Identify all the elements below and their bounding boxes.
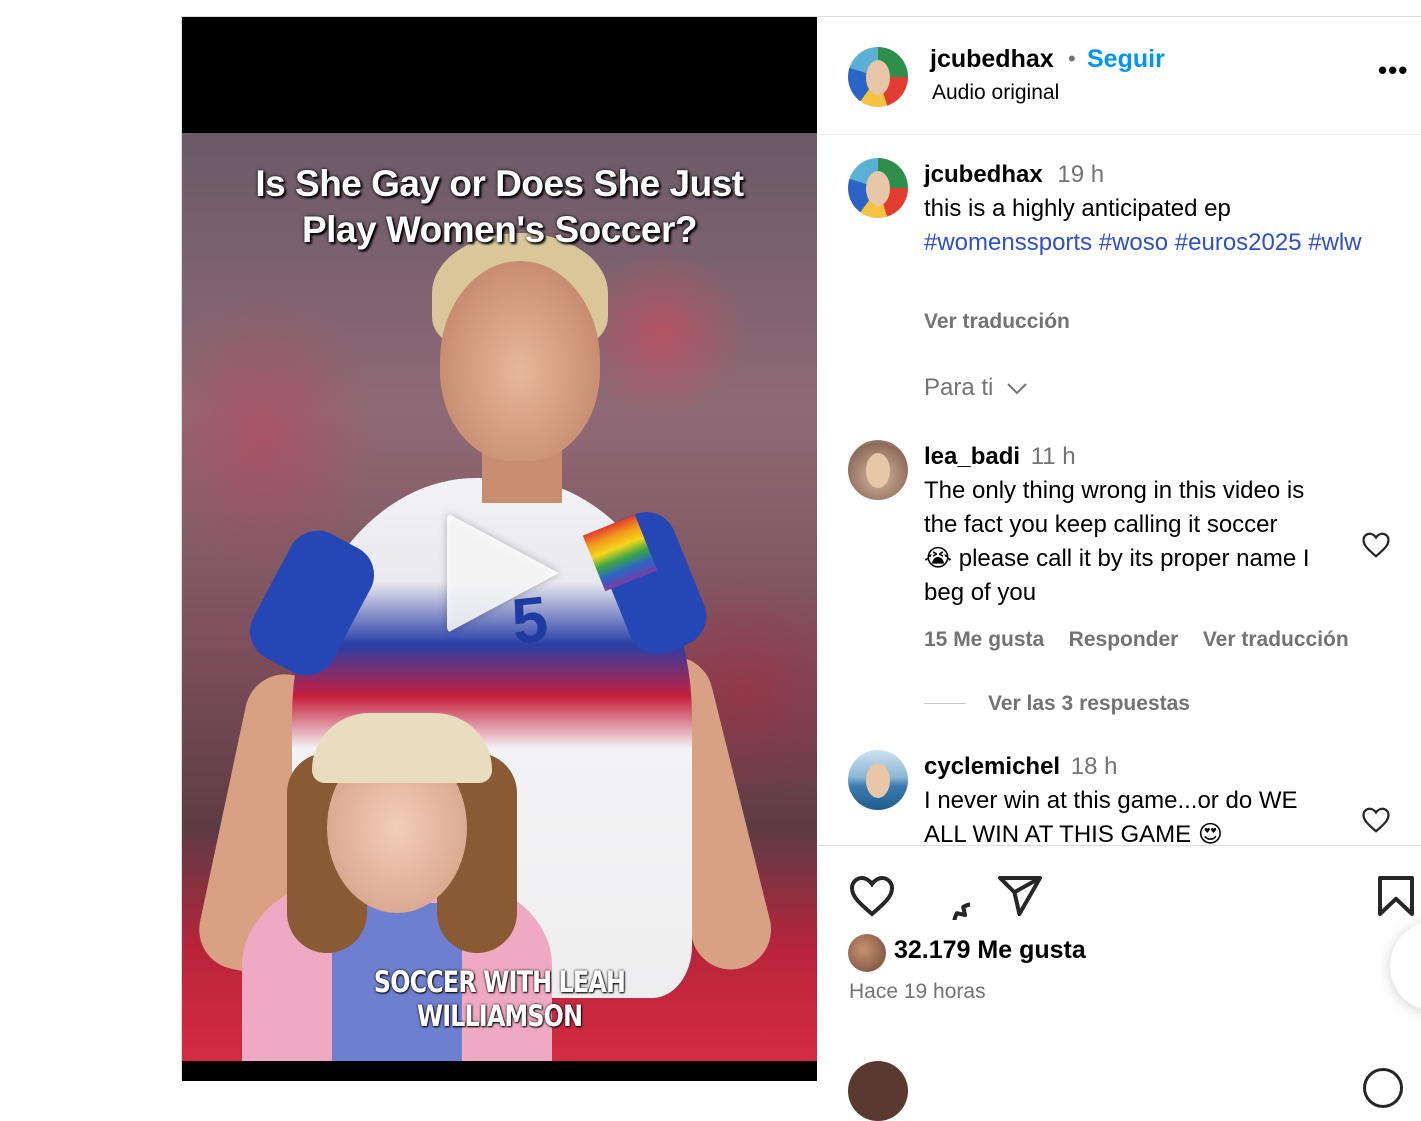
caption-author-avatar[interactable] — [848, 158, 908, 218]
hashtag-link[interactable]: #euros2025 — [1175, 229, 1302, 256]
video-title-line-2: Play Women's Soccer? — [302, 209, 698, 250]
comment-likes-count[interactable]: 15 Me gusta — [924, 628, 1044, 651]
caption-text: this is a highly anticipated ep — [924, 195, 1231, 222]
save-bookmark-icon[interactable] — [1372, 872, 1420, 920]
crying-emoji: 😭 — [924, 545, 953, 572]
share-send-icon[interactable] — [996, 872, 1044, 920]
author-username[interactable]: jcubedhax — [930, 45, 1054, 74]
post-container: 5 Is She Gay or Does She Just Play Women… — [181, 16, 1421, 1121]
comment-bubble-icon[interactable] — [922, 872, 970, 920]
comment-text-line: the fact you keep calling it soccer — [924, 511, 1278, 538]
commenter-avatar[interactable] — [848, 750, 908, 810]
audio-link[interactable]: Audio original — [932, 81, 1059, 105]
comment-text: The only thing wrong in this video is th… — [924, 474, 1364, 610]
comment-translate-link[interactable]: Ver traducción — [1203, 628, 1349, 651]
post-likes-count[interactable]: 32.179 Me gusta — [894, 936, 1086, 965]
commenter-avatar[interactable] — [848, 440, 908, 500]
more-options-icon[interactable]: ••• — [1378, 55, 1408, 86]
hashtag-link[interactable]: #womenssports — [924, 229, 1092, 256]
comment-text-line: beg of you — [924, 579, 1037, 606]
comment-text-line: ALL WIN AT THIS GAME 😍 — [924, 818, 1364, 846]
comment-text-line: I never win at this game...or do WE — [924, 787, 1298, 814]
hashtag-link[interactable]: #wlw — [1308, 229, 1361, 256]
comment-text-span: please call it by its proper name I — [952, 545, 1310, 572]
follow-button[interactable]: Seguir — [1087, 45, 1165, 74]
chevron-down-icon — [1007, 382, 1027, 395]
post-timestamp[interactable]: Hace 19 horas — [849, 980, 986, 1004]
comment-like-heart-icon[interactable] — [1361, 531, 1391, 559]
comment-time[interactable]: 11 h — [1031, 443, 1076, 470]
current-user-avatar — [848, 1061, 908, 1121]
comment-text-span: ALL WIN AT THIS GAME — [924, 821, 1198, 846]
player-face — [440, 261, 600, 461]
comment-header: lea_badi 11 h — [924, 440, 1076, 474]
post-header: jcubedhax • Seguir Audio original ••• — [818, 17, 1421, 135]
caption-hashtags: #womenssports #woso #euros2025 #wlw — [924, 226, 1394, 260]
play-icon[interactable] — [447, 513, 559, 633]
liker-avatar[interactable] — [848, 934, 886, 972]
reply-button[interactable]: Responder — [1069, 628, 1179, 651]
caption-username[interactable]: jcubedhax — [924, 161, 1043, 188]
post-side-panel: jcubedhax • Seguir Audio original ••• jc… — [818, 17, 1421, 1121]
hashtag-link[interactable]: #woso — [1099, 229, 1168, 256]
heart-eyes-emoji: 😍 — [1197, 821, 1223, 846]
caption-header: jcubedhax 19 h — [924, 158, 1104, 192]
comment-username[interactable]: lea_badi — [924, 443, 1020, 470]
author-avatar[interactable] — [848, 47, 908, 107]
comment-sort-dropdown[interactable]: Para ti — [924, 374, 1028, 402]
floating-action-button[interactable] — [1390, 921, 1421, 1011]
comment-username[interactable]: cyclemichel — [924, 753, 1060, 780]
comment-header: cyclemichel 18 h — [924, 750, 1117, 784]
view-replies-button[interactable]: Ver las 3 respuestas — [988, 692, 1190, 716]
comment-like-heart-icon[interactable] — [1361, 806, 1391, 834]
video-title-line-1: Is She Gay or Does She Just — [255, 163, 744, 204]
comment-actions: 15 Me gusta Responder Ver traducción — [924, 628, 1349, 652]
video-player[interactable]: 5 Is She Gay or Does She Just Play Women… — [182, 17, 817, 1081]
comment-text-line: The only thing wrong in this video is — [924, 477, 1305, 504]
video-title-overlay: Is She Gay or Does She Just Play Women's… — [222, 161, 777, 253]
emoji-picker-icon[interactable] — [1363, 1068, 1403, 1108]
caption-time[interactable]: 19 h — [1057, 161, 1104, 188]
comments-section[interactable]: jcubedhax 19 h this is a highly anticipa… — [818, 136, 1421, 846]
like-heart-icon[interactable] — [848, 872, 896, 920]
header-separator: • — [1068, 46, 1076, 71]
comment-text-line: 😭 please call it by its proper name I — [924, 542, 1364, 576]
replies-divider — [924, 703, 966, 704]
comment-time[interactable]: 18 h — [1071, 753, 1118, 780]
post-actions-footer: 32.179 Me gusta Hace 19 horas — [818, 845, 1421, 1121]
comment-text: I never win at this game...or do WE ALL … — [924, 784, 1364, 846]
video-frame[interactable]: 5 Is She Gay or Does She Just Play Women… — [182, 133, 817, 1061]
video-caption-overlay: SOCCER WITH LEAH WILLIAMSON — [373, 965, 626, 1033]
caption-translate-link[interactable]: Ver traducción — [924, 310, 1070, 334]
creator-cap — [312, 713, 492, 783]
comment-sort-label: Para ti — [924, 374, 994, 401]
